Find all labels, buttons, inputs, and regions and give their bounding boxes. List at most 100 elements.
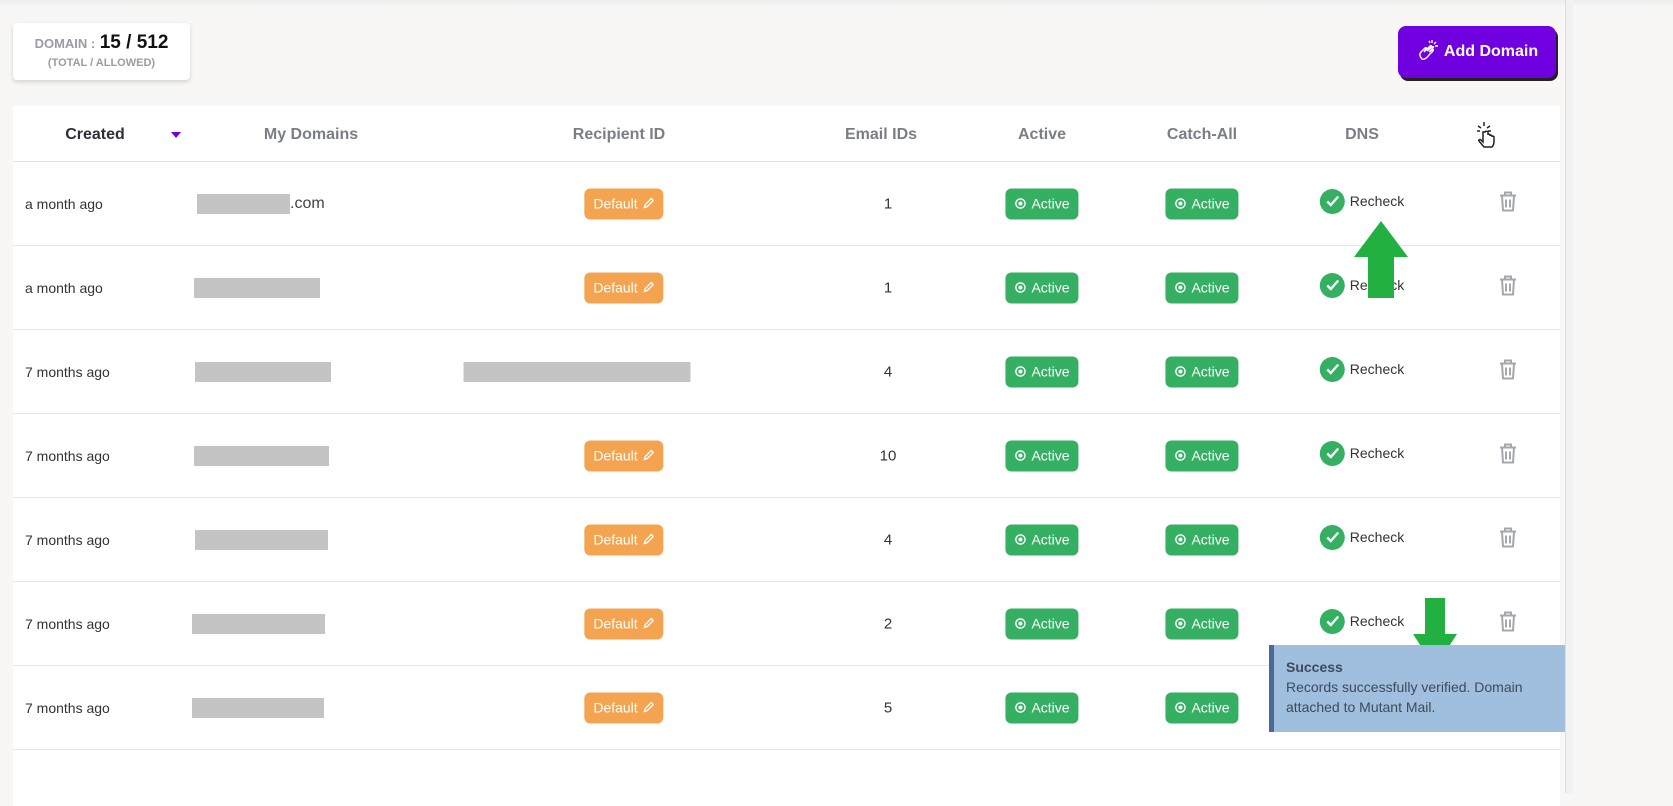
pencil-icon <box>643 617 655 629</box>
recipient-label: Default <box>593 531 638 548</box>
catch-all-status-toggle[interactable]: Active <box>1165 692 1239 723</box>
radio-dot-icon <box>1175 534 1186 545</box>
radio-dot-icon <box>1175 450 1186 461</box>
recipient-label: Default <box>593 195 638 212</box>
radio-dot-icon <box>1175 702 1186 713</box>
toast-title: Success <box>1286 659 1343 675</box>
table-row: 7 months ago Default 10 Active Active Re… <box>13 414 1560 498</box>
recheck-label: Recheck <box>1349 613 1405 629</box>
radio-dot-icon <box>1175 282 1186 293</box>
email-ids-count: 4 <box>883 531 893 548</box>
pencil-icon <box>643 197 655 209</box>
hand-pointer-icon <box>1474 120 1498 155</box>
status-label: Active <box>1191 279 1230 296</box>
recipient-default-button[interactable]: Default <box>584 692 664 723</box>
recipient-default-button[interactable]: Default <box>584 272 664 303</box>
trash-icon[interactable] <box>1498 442 1518 469</box>
recipient-default-button[interactable]: Default <box>584 608 664 639</box>
dns-recheck-button[interactable]: Recheck <box>1319 440 1405 466</box>
check-circle-icon <box>1319 608 1345 634</box>
recipient-default-button[interactable]: Default <box>584 440 664 471</box>
toast-message: Records successfully verified. Domain at… <box>1286 679 1523 715</box>
counter-value: 15 / 512 <box>99 32 169 53</box>
catch-all-status-toggle[interactable]: Active <box>1165 188 1239 219</box>
table-header: Created My Domains Recipient ID Email ID… <box>13 106 1560 162</box>
status-label: Active <box>1031 447 1070 464</box>
pencil-icon <box>643 449 655 461</box>
add-domain-button[interactable]: Add Domain <box>1398 26 1556 78</box>
dns-recheck-button[interactable]: Recheck <box>1319 524 1404 550</box>
table-row: 7 months ago Default 4 Active Active Rec… <box>13 498 1560 582</box>
created-date: a month ago <box>25 279 103 296</box>
pencil-icon <box>643 701 655 713</box>
domain-name <box>194 445 329 466</box>
header-active[interactable]: Active <box>1018 126 1066 144</box>
domain-name <box>192 613 325 634</box>
domain-name: .com <box>197 193 325 214</box>
recheck-label: Recheck <box>1349 361 1405 377</box>
email-ids-count: 1 <box>883 195 893 212</box>
status-label: Active <box>1031 195 1070 212</box>
dns-recheck-button[interactable]: Recheck <box>1319 188 1404 214</box>
radio-dot-icon <box>1015 618 1026 629</box>
header-dns[interactable]: DNS <box>1345 126 1379 144</box>
redacted-domain <box>194 277 320 298</box>
recipient-label: Default <box>593 615 638 632</box>
table-row: a month ago .com Default 1 Active Active… <box>13 162 1560 246</box>
active-status-toggle[interactable]: Active <box>1005 272 1079 303</box>
active-status-toggle[interactable]: Active <box>1005 188 1079 219</box>
created-date: 7 months ago <box>25 531 110 548</box>
radio-dot-icon <box>1015 282 1026 293</box>
recipient-label: Default <box>593 699 638 716</box>
redacted-domain <box>195 529 328 550</box>
trash-icon[interactable] <box>1498 610 1518 637</box>
trash-icon[interactable] <box>1498 274 1518 301</box>
catch-all-status-toggle[interactable]: Active <box>1165 524 1239 555</box>
email-ids-count: 5 <box>883 699 893 716</box>
scrollbar[interactable] <box>1565 0 1573 793</box>
recheck-label: Recheck <box>1349 445 1405 461</box>
radio-dot-icon <box>1015 702 1026 713</box>
sort-desc-icon[interactable] <box>171 132 181 138</box>
domain-name <box>194 277 320 298</box>
catch-all-status-toggle[interactable]: Active <box>1165 608 1239 639</box>
catch-all-status-toggle[interactable]: Active <box>1165 272 1239 303</box>
status-label: Active <box>1191 447 1230 464</box>
table-row: a month ago Default 1 Active Active Rech… <box>13 246 1560 330</box>
created-date: 7 months ago <box>25 363 110 380</box>
recipient-label: Default <box>593 447 638 464</box>
trash-icon[interactable] <box>1498 526 1518 553</box>
domain-suffix: .com <box>290 194 325 212</box>
domain-name <box>195 529 328 550</box>
email-ids-count: 4 <box>883 363 893 380</box>
header-my-domains[interactable]: My Domains <box>264 126 358 144</box>
active-status-toggle[interactable]: Active <box>1005 692 1079 723</box>
dns-recheck-button[interactable]: Recheck <box>1319 356 1405 382</box>
recipient-label: Default <box>593 279 638 296</box>
pencil-icon <box>643 533 655 545</box>
dns-recheck-button[interactable]: Recheck <box>1319 608 1405 634</box>
trash-icon[interactable] <box>1498 190 1518 217</box>
header-created[interactable]: Created <box>65 126 125 144</box>
check-circle-icon <box>1319 356 1345 382</box>
header-catch-all[interactable]: Catch-All <box>1167 126 1237 144</box>
email-ids-count: 1 <box>883 279 893 296</box>
radio-dot-icon <box>1175 366 1186 377</box>
active-status-toggle[interactable]: Active <box>1005 440 1079 471</box>
table-row: 7 months ago 4 Active Active Recheck <box>13 330 1560 414</box>
domain-name <box>195 361 331 382</box>
status-label: Active <box>1031 699 1070 716</box>
active-status-toggle[interactable]: Active <box>1005 524 1079 555</box>
catch-all-status-toggle[interactable]: Active <box>1165 440 1239 471</box>
catch-all-status-toggle[interactable]: Active <box>1165 356 1239 387</box>
success-toast[interactable]: Success Records successfully verified. D… <box>1269 645 1569 732</box>
status-label: Active <box>1191 615 1230 632</box>
trash-icon[interactable] <box>1498 358 1518 385</box>
recipient-default-button[interactable]: Default <box>584 188 664 219</box>
radio-dot-icon <box>1015 450 1026 461</box>
active-status-toggle[interactable]: Active <box>1005 356 1079 387</box>
recipient-default-button[interactable]: Default <box>584 524 664 555</box>
header-recipient-id[interactable]: Recipient ID <box>573 126 665 144</box>
header-email-ids[interactable]: Email IDs <box>845 126 917 144</box>
active-status-toggle[interactable]: Active <box>1005 608 1079 639</box>
